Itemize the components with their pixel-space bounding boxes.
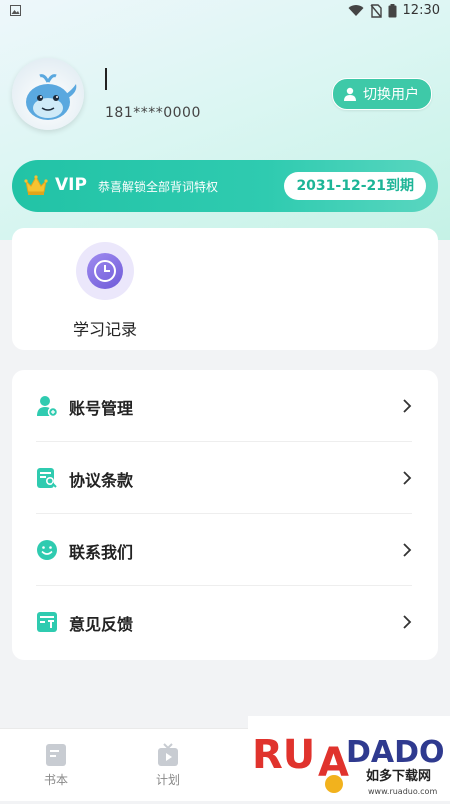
phone-number: 181****0000: [105, 105, 201, 121]
book-icon: [46, 744, 66, 766]
chevron-right-icon: [403, 471, 412, 485]
settings-menu: 账号管理 协议条款 联系我们 意见反馈: [12, 370, 438, 660]
nickname-cursor[interactable]: [105, 68, 107, 90]
smile-icon: [37, 540, 57, 560]
no-sim-icon: [369, 3, 382, 18]
chevron-right-icon: [403, 543, 412, 557]
tab-plan[interactable]: 计划: [138, 743, 198, 788]
tab-label: 计划: [155, 773, 180, 787]
study-record-button[interactable]: [76, 242, 134, 300]
clock-icon: [87, 253, 123, 289]
status-time: 12:30: [402, 3, 440, 18]
switch-user-button[interactable]: 切换用户: [332, 78, 432, 110]
crown-icon: [24, 175, 48, 195]
avatar[interactable]: [12, 58, 84, 130]
tab-label: 书本: [43, 773, 68, 787]
menu-item-contact[interactable]: 联系我们: [12, 514, 438, 586]
switch-user-label: 切换用户: [363, 87, 419, 103]
tab-book[interactable]: 书本: [26, 743, 86, 788]
battery-icon: [388, 3, 397, 17]
chevron-right-icon: [403, 615, 412, 629]
menu-label: 协议条款: [69, 471, 134, 490]
svg-text:DADO: DADO: [346, 735, 445, 770]
watermark-logo: RU A DADO 如多下载网 www.ruaduo.com: [248, 716, 450, 800]
vip-description: 恭喜解锁全部背词特权: [98, 180, 219, 194]
agreement-icon: [37, 468, 57, 488]
menu-label: 账号管理: [69, 399, 134, 418]
vip-card[interactable]: VIP 恭喜解锁全部背词特权 2031-12-21到期: [12, 160, 438, 212]
study-record-label[interactable]: 学习记录: [12, 316, 198, 340]
menu-label: 联系我们: [69, 543, 134, 562]
wifi-icon: [348, 4, 364, 16]
menu-label: 意见反馈: [69, 615, 134, 634]
svg-text:www.ruaduo.com: www.ruaduo.com: [368, 787, 437, 796]
menu-item-feedback[interactable]: 意见反馈: [12, 586, 438, 658]
account-icon: [37, 396, 58, 417]
vip-expiry-badge: 2031-12-21到期: [284, 172, 426, 200]
study-record-card: 学习记录: [12, 228, 438, 350]
menu-item-account[interactable]: 账号管理: [12, 370, 438, 442]
chevron-right-icon: [403, 399, 412, 413]
svg-text:RU: RU: [252, 732, 315, 778]
whale-mascot-icon: [26, 74, 77, 120]
vip-title: VIP: [55, 175, 87, 195]
profile-section: 181****0000 切换用户: [12, 56, 438, 136]
gallery-notification-icon: [10, 5, 21, 16]
menu-item-agreement[interactable]: 协议条款: [12, 442, 438, 514]
plan-icon: [158, 743, 178, 766]
status-bar: 12:30: [0, 0, 450, 24]
feedback-icon: [37, 612, 57, 632]
user-icon: [344, 87, 356, 101]
svg-text:如多下载网: 如多下载网: [366, 768, 431, 784]
